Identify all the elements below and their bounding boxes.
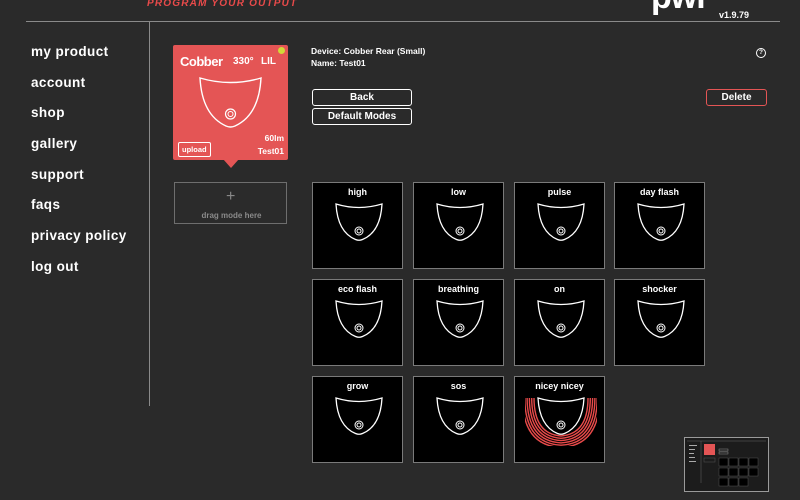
sidebar-item-my-product[interactable]: my product xyxy=(31,44,127,75)
lens-ring xyxy=(656,323,666,333)
lens-ring xyxy=(556,323,566,333)
lens-ring xyxy=(658,228,664,234)
back-button[interactable]: Back xyxy=(312,89,412,106)
device-card-name: Test01 xyxy=(257,146,284,156)
mode-light-icon xyxy=(335,300,383,338)
lens-ring xyxy=(457,228,463,234)
lens-ring xyxy=(558,325,564,331)
sidebar-item-account[interactable]: account xyxy=(31,75,127,106)
lens-ring xyxy=(457,422,463,428)
mode-tile-low[interactable]: low xyxy=(413,182,504,269)
plus-icon: + xyxy=(226,188,236,205)
lens-ring xyxy=(455,226,465,236)
sidebar-divider xyxy=(149,22,150,406)
mode-tile-grow[interactable]: grow xyxy=(312,376,403,463)
light-shape-icon xyxy=(199,77,262,128)
mode-light-icon xyxy=(525,397,597,446)
mode-label: low xyxy=(451,187,466,197)
lens-ring xyxy=(356,325,362,331)
upload-button[interactable]: upload xyxy=(178,142,211,157)
lens-ring xyxy=(354,323,364,333)
lens-ring xyxy=(354,420,364,430)
mode-label: eco flash xyxy=(337,284,377,294)
mode-label: day flash xyxy=(639,187,679,197)
lens-ring xyxy=(455,420,465,430)
mode-light-icon xyxy=(436,203,484,241)
lens-ring xyxy=(356,422,362,428)
lens-ring xyxy=(354,226,364,236)
mode-tile-breathing[interactable]: breathing xyxy=(413,279,504,366)
device-variant: LIL xyxy=(261,56,276,67)
device-name-label: Name: Test01 xyxy=(311,58,366,68)
lens-ring xyxy=(556,226,566,236)
mode-light-icon xyxy=(335,203,383,241)
mode-label: high xyxy=(348,187,367,197)
mode-tile-sos[interactable]: sos xyxy=(413,376,504,463)
mode-light-icon xyxy=(335,397,383,435)
mode-tile-high[interactable]: high xyxy=(312,182,403,269)
thumbnail-preview-icon xyxy=(685,438,768,491)
mode-label: shocker xyxy=(642,284,677,294)
dropzone-label: drag mode here xyxy=(201,211,262,220)
device-model: 330° xyxy=(233,56,254,67)
mode-tile-shocker[interactable]: shocker xyxy=(614,279,705,366)
sidebar-item-shop[interactable]: shop xyxy=(31,105,127,136)
brand-logo: pwr xyxy=(651,0,709,17)
default-modes-button[interactable]: Default Modes xyxy=(312,108,412,125)
device-card[interactable]: Cobber 330° LIL upload 60lm Test01 xyxy=(173,45,288,160)
sidebar-item-privacy-policy[interactable]: privacy policy xyxy=(31,228,127,259)
lens-ring xyxy=(658,325,664,331)
lens-ring xyxy=(656,226,666,236)
sidebar-item-log-out[interactable]: log out xyxy=(31,259,127,290)
mode-light-icon xyxy=(537,203,585,241)
mode-light-icon xyxy=(637,300,685,338)
sidebar-item-faqs[interactable]: faqs xyxy=(31,197,127,228)
page-thumbnail[interactable] xyxy=(684,437,769,492)
mode-tile-pulse[interactable]: pulse xyxy=(514,182,605,269)
lens-ring xyxy=(356,228,362,234)
mode-tile-on[interactable]: on xyxy=(514,279,605,366)
mode-tile-eco-flash[interactable]: eco flash xyxy=(312,279,403,366)
lens-ring xyxy=(455,323,465,333)
lens-ring xyxy=(558,228,564,234)
mode-dropzone[interactable]: + drag mode here xyxy=(174,182,287,224)
mode-label: breathing xyxy=(437,284,479,294)
mode-label: sos xyxy=(450,381,467,391)
mode-label: grow xyxy=(346,381,369,391)
mode-tile-day-flash[interactable]: day flash xyxy=(614,182,705,269)
mode-label: pulse xyxy=(547,187,572,197)
mode-light-icon xyxy=(537,300,585,338)
mode-light-icon xyxy=(436,300,484,338)
device-brand: Cobber xyxy=(180,54,223,69)
delete-button[interactable]: Delete xyxy=(706,89,767,106)
help-icon[interactable]: ? xyxy=(756,48,766,58)
mode-light-icon xyxy=(436,397,484,435)
header-divider xyxy=(26,21,780,22)
device-type-label: Device: Cobber Rear (Small) xyxy=(311,46,426,56)
version-label: v1.9.79 xyxy=(719,10,750,20)
mode-label: nicey nicey xyxy=(535,381,584,391)
sidebar-nav: my product account shop gallery support … xyxy=(31,44,127,290)
status-indicator xyxy=(278,47,285,54)
sidebar-item-support[interactable]: support xyxy=(31,167,127,198)
tagline: PROGRAM YOUR OUTPUT xyxy=(147,0,298,9)
mode-light-icon xyxy=(637,203,685,241)
sidebar-item-gallery[interactable]: gallery xyxy=(31,136,127,167)
device-lumens: 60lm xyxy=(264,133,284,143)
card-pointer xyxy=(223,159,239,168)
lens-ring xyxy=(457,325,463,331)
mode-label: on xyxy=(554,284,565,294)
mode-tile-nicey-nicey[interactable]: nicey nicey xyxy=(514,376,605,463)
